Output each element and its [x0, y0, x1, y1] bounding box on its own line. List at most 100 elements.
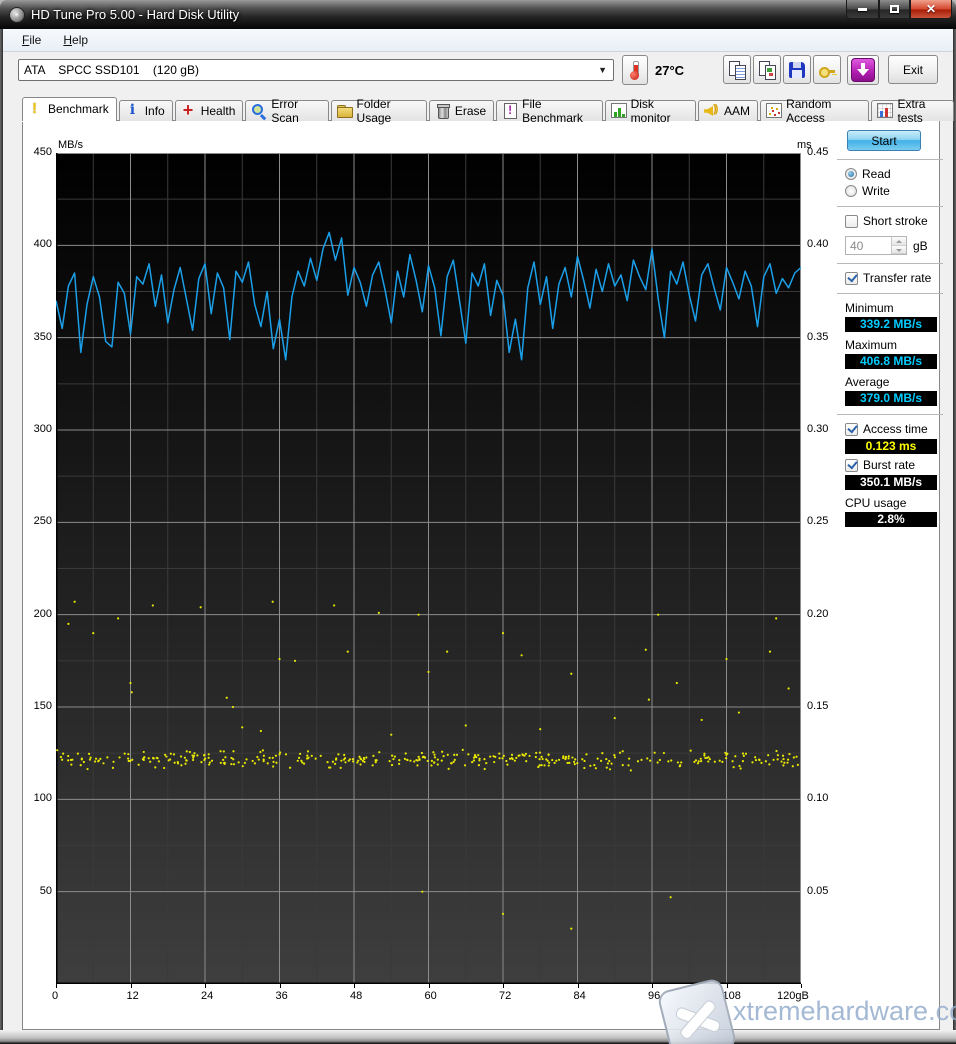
tab-random-access[interactable]: Random Access [760, 100, 869, 121]
tab-label: Info [145, 104, 165, 118]
grid-chart-icon [877, 103, 893, 118]
minimize-icon [858, 8, 867, 11]
copy-icon [727, 60, 747, 80]
transfer-rate-checkbox[interactable] [845, 272, 858, 285]
start-button[interactable]: Start [847, 130, 921, 151]
tab-benchmark[interactable]: Benchmark [22, 97, 117, 121]
capacity-stepper[interactable]: 40 [845, 236, 907, 255]
save-button[interactable] [783, 55, 811, 84]
cpu-usage-label: CPU usage [845, 496, 937, 510]
average-value: 379.0 MB/s [845, 391, 937, 406]
download-icon [851, 58, 875, 82]
access-time-label: Access time [863, 422, 928, 436]
y-right-tick-label: 0.45 [807, 146, 828, 158]
exit-button[interactable]: Exit [888, 55, 938, 84]
x-axis-tick [801, 984, 802, 988]
divider [837, 206, 943, 207]
y-right-tick-label: 0.10 [807, 792, 828, 804]
x-tick-label: 24 [201, 990, 213, 1002]
read-radio-row[interactable]: Read [845, 167, 937, 181]
tab-file-benchmark[interactable]: File Benchmark [496, 100, 602, 121]
temperature-button[interactable] [622, 55, 648, 85]
menu-item-file[interactable]: File [11, 30, 52, 50]
maximize-icon [890, 5, 899, 13]
minimize-button[interactable] [846, 0, 879, 19]
access-time-row[interactable]: Access time [845, 422, 937, 436]
magnifier-icon [251, 103, 267, 118]
temperature-value: 27°C [655, 63, 684, 78]
info-icon [125, 103, 141, 118]
divider [837, 414, 943, 415]
read-radio[interactable] [845, 168, 857, 180]
tab-label: Health [201, 104, 236, 118]
cpu-usage-value: 2.8% [845, 512, 937, 527]
x-axis-tick [578, 984, 579, 988]
benchmark-plot [56, 153, 801, 984]
tab-label: Folder Usage [357, 97, 419, 125]
tab-aam[interactable]: AAM [698, 100, 758, 121]
divider [837, 263, 943, 264]
app-icon [9, 7, 25, 23]
write-radio-row[interactable]: Write [845, 184, 937, 198]
divider [837, 159, 943, 160]
access-time-checkbox[interactable] [845, 423, 858, 436]
tab-label: File Benchmark [522, 97, 594, 125]
tab-info[interactable]: Info [119, 100, 173, 121]
x-tick-label: 48 [350, 990, 362, 1002]
watermark-text: xtremehardware.com [733, 996, 956, 1027]
tab-extra-tests[interactable]: Extra tests [871, 100, 954, 121]
copy-image-button[interactable] [753, 55, 781, 84]
x-tick-label: 12 [127, 990, 139, 1002]
short-stroke-row[interactable]: Short stroke [845, 214, 937, 228]
tab-health[interactable]: Health [175, 100, 244, 121]
x-tick-label: 60 [425, 990, 437, 1002]
window-frame-left [0, 29, 3, 1030]
burst-rate-label: Burst rate [863, 458, 915, 472]
access-time-value: 0.123 ms [845, 439, 937, 454]
write-radio-label: Write [862, 184, 890, 198]
copy-text-button[interactable] [723, 55, 751, 84]
app-window: HD Tune Pro 5.00 - Hard Disk Utility ✕ F… [0, 0, 956, 1044]
burst-rate-checkbox[interactable] [845, 459, 858, 472]
x-axis-tick [354, 984, 355, 988]
tab-disk-monitor[interactable]: Disk monitor [605, 100, 696, 121]
short-stroke-label: Short stroke [863, 214, 928, 228]
title-bar[interactable]: HD Tune Pro 5.00 - Hard Disk Utility ✕ [0, 0, 956, 29]
benchmark-tab-page: MB/sms450400350300250200150100500.450.40… [22, 120, 940, 1030]
y-right-tick-label: 0.30 [807, 423, 828, 435]
options-button[interactable] [813, 55, 841, 84]
tab-label: Random Access [786, 97, 861, 125]
tab-folder-usage[interactable]: Folder Usage [331, 100, 427, 121]
close-button[interactable]: ✕ [910, 0, 952, 19]
copy-image-icon [757, 60, 777, 80]
stepper-up-icon[interactable] [892, 237, 906, 246]
transfer-rate-label: Transfer rate [863, 271, 931, 285]
save-icon [787, 60, 807, 80]
x-axis-tick [205, 984, 206, 988]
speaker-icon [704, 103, 720, 118]
y-right-tick-label: 0.40 [807, 238, 828, 250]
stepper-down-icon[interactable] [892, 246, 906, 255]
write-radio[interactable] [845, 185, 857, 197]
update-button[interactable] [847, 55, 879, 85]
menu-item-help[interactable]: Help [52, 30, 99, 50]
short-stroke-checkbox[interactable] [845, 215, 858, 228]
y-left-axis-title: MB/s [58, 139, 83, 151]
capacity-value[interactable]: 40 [846, 237, 891, 254]
read-radio-label: Read [862, 167, 891, 181]
thermometer-icon [625, 60, 645, 80]
window-controls: ✕ [846, 0, 952, 19]
maximize-button[interactable] [879, 0, 910, 19]
tab-error-scan[interactable]: Error Scan [245, 100, 328, 121]
y-left-tick-label: 400 [24, 238, 52, 250]
drive-select-dropdown[interactable]: ATA SPCC SSD101 (120 gB) ▼ [18, 59, 614, 81]
average-label: Average [845, 375, 937, 389]
tab-label: Disk monitor [631, 97, 688, 125]
tab-label: Error Scan [271, 97, 320, 125]
tab-erase[interactable]: Erase [429, 100, 494, 121]
x-axis-tick [652, 984, 653, 988]
capacity-row: 40 gB [845, 236, 937, 255]
transfer-rate-row[interactable]: Transfer rate [845, 271, 937, 285]
burst-rate-row[interactable]: Burst rate [845, 458, 937, 472]
x-axis-tick [131, 984, 132, 988]
